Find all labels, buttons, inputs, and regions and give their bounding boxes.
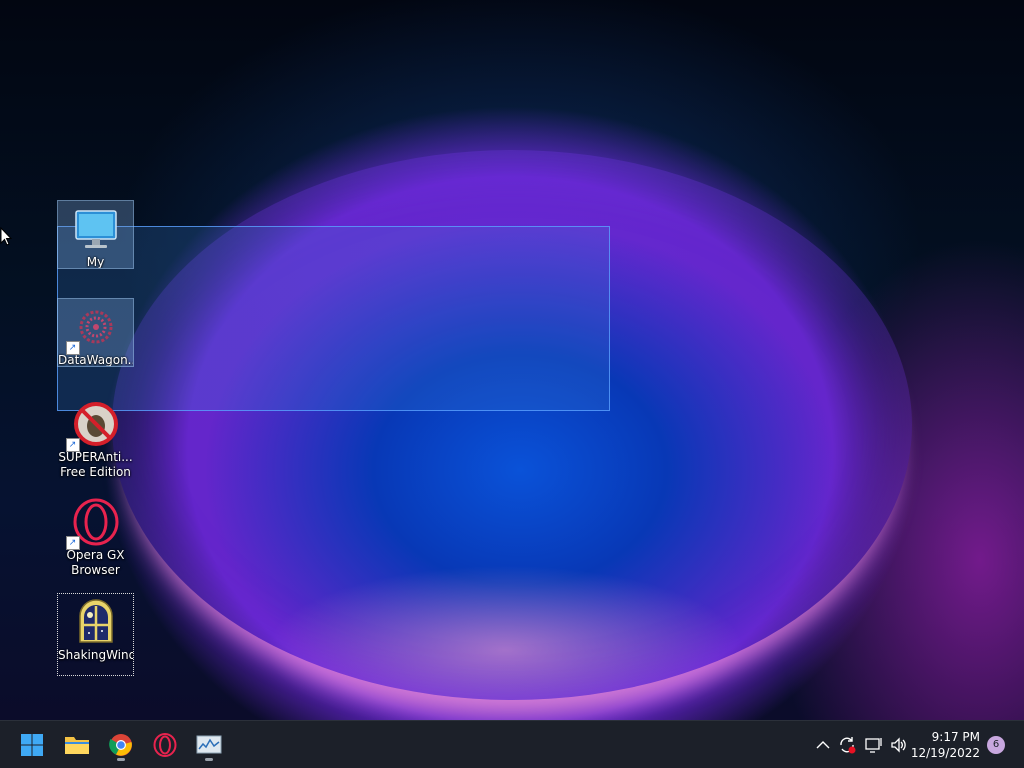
running-indicator xyxy=(205,758,213,761)
opera-gx-icon xyxy=(153,733,177,757)
night-window-icon xyxy=(72,598,120,646)
notification-count-badge[interactable]: 6 xyxy=(987,736,1005,754)
start-icon xyxy=(21,734,43,756)
sync-alert-icon[interactable] xyxy=(837,735,857,755)
mouse-cursor-icon xyxy=(0,226,13,250)
clock-date: 12/19/2022 xyxy=(910,746,980,760)
taskbar: 9:17 PM 12/19/2022 6 xyxy=(0,720,1024,768)
desktop-icon-my-computer[interactable]: My Computer xyxy=(57,200,134,269)
datawagon-icon: ↗ xyxy=(65,303,120,355)
opera-gx-icon: ↗ xyxy=(65,498,120,550)
taskbar-clock[interactable]: 9:17 PM 12/19/2022 xyxy=(911,729,980,761)
desktop-icon-label: ShakingWindow.exe xyxy=(58,648,133,662)
resource-monitor-icon xyxy=(196,735,222,754)
taskbar-opera-gx[interactable] xyxy=(147,728,183,762)
drag-selection-rectangle xyxy=(57,226,610,411)
start-button[interactable] xyxy=(14,728,50,762)
desktop-icon-superantispyware[interactable]: ↗ SUPERAnti... Free Edition xyxy=(57,396,134,480)
monitor-icon xyxy=(72,205,120,253)
chrome-icon xyxy=(109,734,132,756)
file-explorer-icon xyxy=(65,737,89,754)
desktop-icon-label: Opera GX Browser xyxy=(66,548,125,577)
network-icon[interactable] xyxy=(864,735,884,755)
taskbar-resource-monitor[interactable] xyxy=(191,728,227,762)
desktop-icon-label: My Computer xyxy=(86,255,105,268)
superantispyware-icon: ↗ xyxy=(65,400,120,452)
taskbar-file-explorer[interactable] xyxy=(59,728,95,762)
clock-time: 9:17 PM xyxy=(931,730,980,744)
desktop-icon-shaking-window[interactable]: ShakingWindow.exe xyxy=(57,593,134,676)
shortcut-arrow-icon: ↗ xyxy=(65,341,80,355)
desktop-icon-datawagon[interactable]: ↗ DataWagon... xyxy=(57,298,134,367)
shortcut-arrow-icon: ↗ xyxy=(65,536,80,550)
volume-icon[interactable] xyxy=(889,735,909,755)
running-indicator xyxy=(117,758,125,761)
desktop-icon-label: SUPERAnti... Free Edition xyxy=(58,450,133,479)
taskbar-chrome[interactable] xyxy=(103,728,139,762)
shortcut-arrow-icon: ↗ xyxy=(65,438,80,452)
desktop-icon-opera-gx[interactable]: ↗ Opera GX Browser xyxy=(57,494,134,578)
show-hidden-icons-chevron-up-icon[interactable] xyxy=(813,735,833,755)
